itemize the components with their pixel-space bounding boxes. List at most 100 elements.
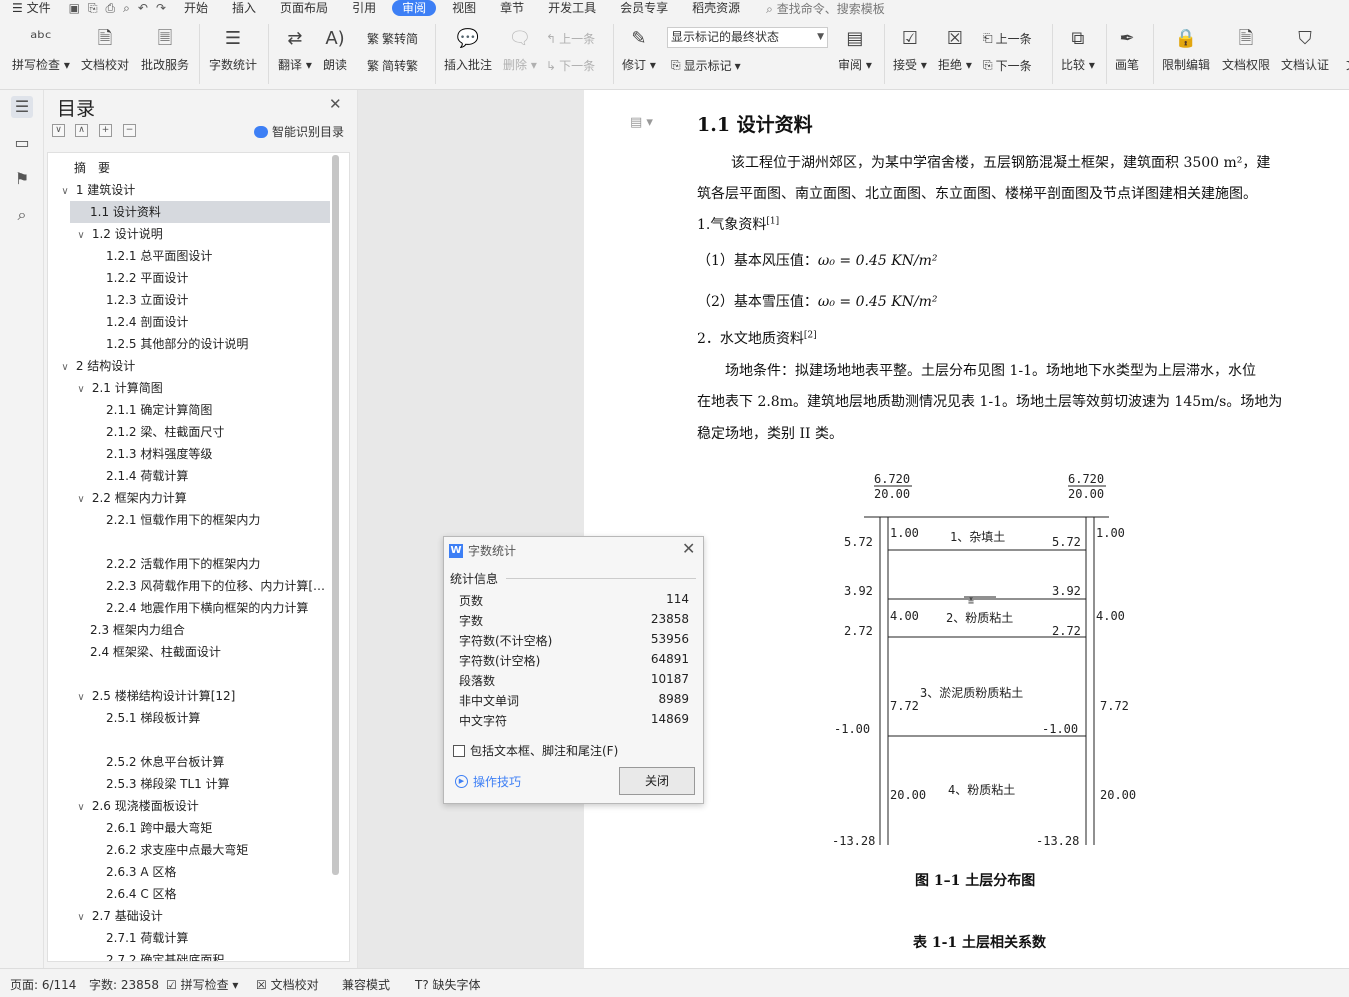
markup-state-select[interactable]: 显示标记的最终状态 ▼ <box>667 27 828 48</box>
restrict-edit-button[interactable]: 🔒 限制编辑 <box>1162 26 1210 73</box>
bookmark-icon[interactable]: ⚑ <box>11 168 33 190</box>
chevron-down-icon[interactable]: ∨ <box>74 489 88 509</box>
toc-item[interactable]: ∨ 1 建筑设计 <box>48 179 330 201</box>
toc-item[interactable]: 1.2.3 立面设计 <box>48 289 330 311</box>
redo-icon[interactable]: ↷ <box>156 1 166 16</box>
toc-item[interactable]: ∨ 2.6 现浇楼面板设计 <box>48 795 330 817</box>
expand-all-icon[interactable]: ∧ <box>75 124 88 137</box>
toc-item[interactable]: 2.6.1 跨中最大弯矩 <box>48 817 330 839</box>
toc-scrollbar[interactable] <box>332 155 339 875</box>
compat-mode-status[interactable]: 兼容模式 <box>342 976 390 993</box>
toc-item[interactable]: 2.2.2 活载作用下的框架内力 <box>48 553 330 575</box>
chevron-down-icon[interactable]: ∨ <box>74 225 88 245</box>
simp-to-trad-button[interactable]: 繁简转繁 <box>367 57 418 74</box>
chevron-down-icon[interactable]: ∨ <box>74 379 88 399</box>
word-count-indicator[interactable]: 字数: 23858 <box>89 976 159 993</box>
tab-docer[interactable]: 稻壳资源 <box>680 0 752 16</box>
tips-link[interactable]: ▶ 操作技巧 <box>455 773 521 790</box>
tab-developer[interactable]: 开发工具 <box>536 0 608 16</box>
tab-start[interactable]: 开始 <box>172 0 220 16</box>
toc-item[interactable]: 1.2.4 剖面设计 <box>48 311 330 333</box>
chevron-down-icon[interactable]: ∨ <box>74 907 88 927</box>
chevron-down-icon[interactable]: ∨ <box>74 687 88 707</box>
remove-entry-icon[interactable]: − <box>123 124 136 137</box>
search-icon[interactable]: ⌕ <box>11 204 33 226</box>
doc-proof-status[interactable]: ☒ 文档校对 <box>256 976 319 993</box>
word-count-button[interactable]: ☰ 字数统计 <box>209 26 257 73</box>
toc-item[interactable]: 2.1.2 梁、柱截面尺寸 <box>48 421 330 443</box>
chapter-nav-icon[interactable]: ▭ <box>11 132 33 154</box>
prev-comment-button[interactable]: ↰ 上一条 <box>546 30 595 47</box>
toc-item[interactable]: 2.6.3 A 区格 <box>48 861 330 883</box>
toc-item[interactable]: 2.7.1 荷载计算 <box>48 927 330 949</box>
preview-icon[interactable]: ⌕ <box>123 1 130 16</box>
tab-review[interactable]: 审阅 <box>392 0 437 16</box>
include-textbox-checkbox[interactable]: 包括文本框、脚注和尾注(F) <box>453 742 618 759</box>
track-changes-button[interactable]: ✎ 修订 ▾ <box>622 26 656 73</box>
missing-font-status[interactable]: T? 缺失字体 <box>415 976 481 993</box>
toc-item[interactable]: ∨ 2.5 楼梯结构设计计算[12] <box>48 685 330 707</box>
toc-item[interactable]: 2.5.3 梯段梁 TL1 计算 <box>48 773 330 795</box>
overflow-button[interactable]: 文 <box>1340 26 1349 73</box>
checkbox-box[interactable] <box>453 744 465 757</box>
toc-item[interactable]: ∨ 2.1 计算简图 <box>48 377 330 399</box>
compare-button[interactable]: ⧉ 比较 ▾ <box>1061 26 1095 73</box>
toc-item[interactable]: 1.2.2 平面设计 <box>48 267 330 289</box>
doc-cert-button[interactable]: ⛉ 文档认证 <box>1281 26 1329 73</box>
review-pane-button[interactable]: ▤ 审阅 ▾ <box>838 26 872 73</box>
read-aloud-button[interactable]: A) 朗读 <box>323 26 347 73</box>
close-button[interactable]: 关闭 <box>619 767 695 795</box>
trad-to-simp-button[interactable]: 繁繁转简 <box>367 30 418 47</box>
toc-item[interactable]: 2.7.2 确定基础底面积 <box>48 949 330 961</box>
tab-references[interactable]: 引用 <box>340 0 388 16</box>
next-change-button[interactable]: ⎘ 下一条 <box>983 57 1032 74</box>
close-icon[interactable]: ✕ <box>329 95 342 113</box>
toc-item[interactable]: 1.1 设计资料 <box>70 201 330 223</box>
tab-layout[interactable]: 页面布局 <box>268 0 340 16</box>
toc-item[interactable]: 2.3 框架内力组合 <box>48 619 330 641</box>
chevron-down-icon[interactable]: ∨ <box>74 797 88 817</box>
tab-insert[interactable]: 插入 <box>220 0 268 16</box>
paragraph-menu-icon[interactable]: ▤ ▾ <box>630 115 653 130</box>
collapse-all-icon[interactable]: ∨ <box>52 124 65 137</box>
toc-icon[interactable]: ☰ <box>11 96 33 118</box>
toc-item[interactable]: 2.5.1 梯段板计算 <box>48 707 330 729</box>
file-menu[interactable]: ☰ 文件 <box>0 0 63 16</box>
chevron-down-icon[interactable]: ∨ <box>58 357 72 377</box>
toc-item[interactable]: 摘 要 <box>48 157 330 179</box>
toc-item[interactable]: ∨ 2.2 框架内力计算 <box>48 487 330 509</box>
toc-item[interactable]: ∨ 2 结构设计 <box>48 355 330 377</box>
toc-item[interactable]: 2.2.3 风荷载作用下的位移、内力计算[… <box>48 575 330 597</box>
chevron-down-icon[interactable]: ∨ <box>58 181 72 201</box>
toc-item[interactable]: 2.5.2 休息平台板计算 <box>48 751 330 773</box>
toc-item[interactable]: ∨ 1.2 设计说明 <box>48 223 330 245</box>
next-comment-button[interactable]: ↳ 下一条 <box>546 57 595 74</box>
tab-view[interactable]: 视图 <box>440 0 488 16</box>
pen-button[interactable]: ✒ 画笔 <box>1115 26 1139 73</box>
show-markup-button[interactable]: ⎘ 显示标记 ▾ <box>671 57 741 74</box>
document-page[interactable]: ▤ ▾ 1.1 设计资料 该工程位于湖州郊区，为某中学宿舍楼，五层钢筋混凝土框架… <box>584 90 1349 968</box>
toc-item[interactable]: 2.1.4 荷载计算 <box>48 465 330 487</box>
prev-change-button[interactable]: ⎗ 上一条 <box>983 30 1032 47</box>
smart-toc-button[interactable]: 智能识别目录 <box>254 123 344 140</box>
toc-item[interactable] <box>48 729 330 751</box>
export-icon[interactable]: ⎘ <box>88 1 98 16</box>
toc-item[interactable]: 2.1.1 确定计算简图 <box>48 399 330 421</box>
toc-item[interactable] <box>48 663 330 685</box>
delete-comment-button[interactable]: 🗨 删除 ▾ <box>503 26 537 73</box>
toc-item[interactable]: 2.2.4 地震作用下横向框架的内力计算 <box>48 597 330 619</box>
translate-button[interactable]: ⇄ 翻译 ▾ <box>278 26 312 73</box>
tab-chapter[interactable]: 章节 <box>488 0 536 16</box>
toc-item[interactable]: ∨ 2.7 基础设计 <box>48 905 330 927</box>
doc-proof-button[interactable]: 🗎 文档校对 <box>81 26 129 73</box>
toc-item[interactable]: 2.6.4 C 区格 <box>48 883 330 905</box>
spell-check-status[interactable]: ☑ 拼写检查 ▾ <box>166 976 238 993</box>
toc-item[interactable]: 2.4 框架梁、柱截面设计 <box>48 641 330 663</box>
save-icon[interactable]: ▣ <box>69 1 80 16</box>
page-indicator[interactable]: 页面: 6/114 <box>10 976 76 993</box>
doc-permission-button[interactable]: 🗎 文档权限 <box>1222 26 1270 73</box>
toc-item[interactable]: 2.2.1 恒载作用下的框架内力 <box>48 509 330 531</box>
toc-item[interactable]: 1.2.5 其他部分的设计说明 <box>48 333 330 355</box>
insert-comment-button[interactable]: 💬 插入批注 <box>444 26 492 73</box>
reject-button[interactable]: ☒ 拒绝 ▾ <box>938 26 972 73</box>
